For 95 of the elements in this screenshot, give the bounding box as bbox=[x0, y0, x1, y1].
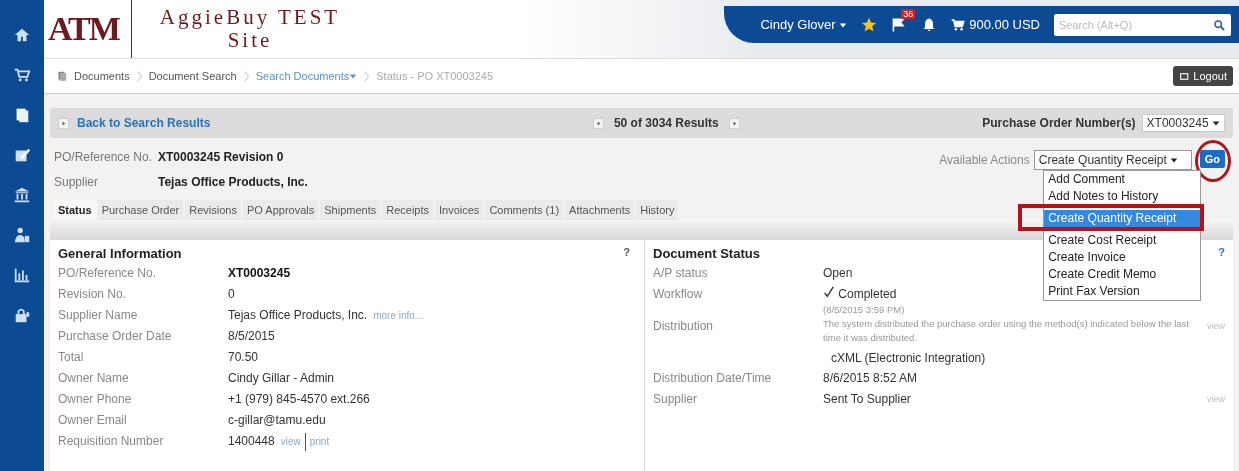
tab[interactable]: Revisions bbox=[185, 200, 241, 220]
user-menu[interactable]: Cindy Glover bbox=[760, 17, 848, 32]
search-field[interactable]: Search (Alt+Q) bbox=[1054, 13, 1231, 36]
cart-icon[interactable] bbox=[13, 66, 31, 84]
tab[interactable]: Status bbox=[54, 200, 96, 220]
logout-button[interactable]: Logout bbox=[1173, 66, 1233, 86]
field-label: Owner Name bbox=[58, 370, 130, 387]
field-label: Distribution bbox=[653, 318, 715, 335]
chart-icon[interactable] bbox=[13, 266, 31, 284]
caret-icon bbox=[1212, 119, 1220, 127]
field-label: Total bbox=[58, 349, 85, 366]
timestamp: (8/5/2015 3:59 PM) bbox=[823, 303, 905, 317]
field-label: PO/Reference No. bbox=[58, 265, 158, 282]
cart-total[interactable]: 900.00 USD bbox=[969, 17, 1040, 32]
notification-count: 36 bbox=[901, 8, 916, 19]
chevron-icon bbox=[363, 70, 371, 82]
breadcrumb[interactable]: Document Search bbox=[148, 70, 237, 82]
search-icon[interactable] bbox=[1213, 18, 1226, 32]
field-label: Requisition Number bbox=[58, 433, 165, 450]
field-value: Completed bbox=[838, 287, 897, 301]
results-count: 50 of 3034 Results bbox=[613, 116, 719, 130]
field-label: Owner Email bbox=[58, 412, 128, 429]
dropdown-option[interactable]: Add Comment bbox=[1044, 171, 1201, 188]
documents-icon bbox=[56, 70, 68, 82]
next-button[interactable] bbox=[728, 117, 740, 129]
field-label: Revision No. bbox=[58, 286, 128, 303]
field-label: Supplier bbox=[653, 391, 699, 408]
actions-select[interactable]: Create Quantity Receipt bbox=[1033, 150, 1192, 170]
dropdown-option[interactable]: Create Credit Memo bbox=[1044, 266, 1201, 283]
back-link[interactable]: Back to Search Results bbox=[77, 116, 211, 130]
section-title: Document Status bbox=[653, 246, 760, 261]
caret-icon bbox=[349, 72, 358, 80]
dropdown-option[interactable]: Create Invoice bbox=[1044, 249, 1201, 266]
summary-value: Tejas Office Products, Inc. bbox=[158, 175, 308, 191]
caret-icon bbox=[839, 21, 848, 29]
field-value: 0 bbox=[228, 286, 235, 303]
tab[interactable]: Receipts bbox=[382, 200, 433, 220]
summary-label: PO/Reference No. bbox=[54, 150, 154, 166]
tab[interactable]: PO Approvals bbox=[242, 200, 319, 220]
po-number-select[interactable]: XT0003245 bbox=[1141, 114, 1225, 132]
field-value: Cindy Gillar - Admin bbox=[228, 370, 335, 387]
people-icon[interactable] bbox=[13, 226, 31, 244]
dropdown-option[interactable]: Create Cost Receipt bbox=[1044, 232, 1201, 249]
breadcrumb[interactable]: Search Documents bbox=[255, 70, 358, 82]
bank-icon[interactable] bbox=[13, 186, 31, 204]
section-title: General Information bbox=[58, 246, 182, 261]
actions-label: Available Actions bbox=[939, 153, 1030, 167]
field-value: +1 (979) 845-4570 ext.266 bbox=[228, 391, 370, 408]
field-value: Tejas Office Products, Inc. bbox=[228, 307, 368, 324]
edit-icon[interactable] bbox=[13, 146, 31, 164]
summary-value: XT0003245 Revision 0 bbox=[158, 150, 285, 166]
field-label: Supplier Name bbox=[58, 307, 139, 324]
field-label: Owner Phone bbox=[58, 391, 133, 408]
dropdown-option[interactable]: Print Fax Version bbox=[1044, 283, 1201, 300]
field-label: Purchase Order Date bbox=[58, 328, 173, 345]
help-link[interactable]: ? bbox=[1218, 246, 1225, 261]
field-value: Open bbox=[823, 265, 853, 282]
tab[interactable]: Purchase Order bbox=[97, 200, 184, 220]
tab[interactable]: Shipments bbox=[320, 200, 381, 220]
previous-button[interactable] bbox=[592, 117, 604, 129]
summary-label: Supplier bbox=[54, 175, 100, 191]
go-button[interactable]: Go bbox=[1199, 150, 1225, 168]
caret-icon bbox=[1170, 156, 1179, 164]
chevron-icon bbox=[135, 70, 143, 82]
check-icon bbox=[823, 286, 835, 298]
field-value: 1400448 bbox=[228, 433, 275, 450]
star-icon[interactable] bbox=[861, 16, 878, 33]
dropdown-option[interactable]: Create Quantity Receipt bbox=[1044, 210, 1201, 227]
po-number-label: Purchase Order Number(s) bbox=[982, 116, 1136, 130]
field-value: 8/6/2015 8:52 AM bbox=[823, 370, 918, 387]
home-icon[interactable] bbox=[13, 26, 31, 44]
breadcrumb[interactable]: Documents bbox=[74, 70, 130, 82]
field-value: Sent To Supplier bbox=[823, 391, 911, 408]
chevron-icon bbox=[242, 70, 250, 82]
logout-icon bbox=[1179, 70, 1191, 82]
field-value: c-gillar@tamu.edu bbox=[228, 412, 326, 429]
breadcrumb: Status - PO XT0003245 bbox=[376, 70, 494, 82]
field-label: A/P status bbox=[653, 265, 709, 282]
field-value: 8/5/2015 bbox=[228, 328, 275, 345]
tab[interactable]: History bbox=[636, 200, 679, 220]
flag-icon[interactable] bbox=[891, 16, 908, 33]
field-label: Distribution Date/Time bbox=[653, 370, 773, 387]
distribution-note: The system distributed the purchase order using the method(s) indicated below the last time it was distributed. bbox=[823, 317, 1190, 345]
help-link[interactable]: ? bbox=[623, 246, 630, 261]
cart-icon[interactable] bbox=[951, 17, 966, 32]
lock-icon[interactable] bbox=[13, 306, 31, 324]
field-label: Workflow bbox=[653, 286, 704, 303]
field-value: 70.50 bbox=[228, 349, 259, 366]
field-value: cXML (Electronic Integration) bbox=[830, 350, 986, 367]
field-value: XT0003245 bbox=[228, 265, 291, 282]
dropdown-option[interactable]: Add Notes to History bbox=[1044, 188, 1201, 205]
tab[interactable]: Invoices bbox=[435, 200, 484, 220]
tab[interactable]: Attachments bbox=[565, 200, 635, 220]
site-title: AggieBuy TEST Site bbox=[158, 6, 342, 52]
tab[interactable]: Comments (1) bbox=[485, 200, 564, 220]
